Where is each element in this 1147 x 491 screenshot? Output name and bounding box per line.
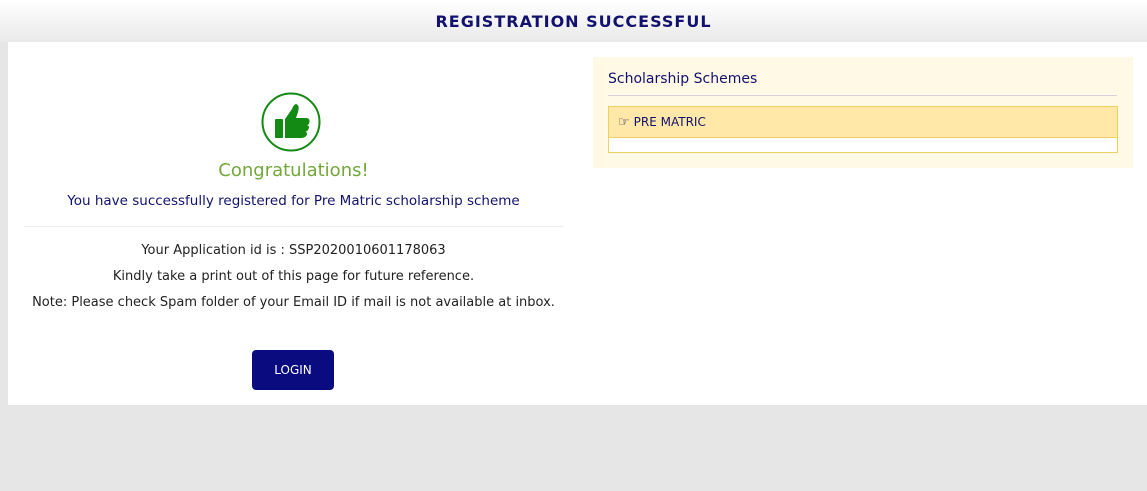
divider [608, 95, 1117, 96]
divider [24, 226, 563, 227]
scheme-list: ☞ PRE MATRIC [608, 106, 1118, 153]
page-header: REGISTRATION SUCCESSFUL [0, 0, 1147, 42]
page-title: REGISTRATION SUCCESSFUL [435, 12, 712, 31]
congrats-heading: Congratulations! [218, 160, 369, 181]
thumbs-up-icon [261, 92, 321, 152]
application-id-text: Your Application id is : SSP202001060117… [141, 243, 446, 258]
spam-note: Note: Please check Spam folder of your E… [32, 295, 555, 310]
schemes-title: Scholarship Schemes [608, 71, 758, 87]
hand-pointing-right-icon: ☞ [618, 115, 630, 130]
scholarship-schemes-panel: Scholarship Schemes ☞ PRE MATRIC [593, 57, 1133, 168]
content-panel: Congratulations! You have successfully r… [8, 42, 1147, 405]
scheme-item-label: PRE MATRIC [633, 115, 706, 129]
login-button[interactable]: LOGIN [252, 350, 334, 390]
scheme-item-pre-matric[interactable]: ☞ PRE MATRIC [609, 107, 1117, 138]
success-section: Congratulations! You have successfully r… [24, 42, 563, 405]
print-note: Kindly take a print out of this page for… [112, 269, 475, 284]
success-message: You have successfully registered for Pre… [67, 193, 520, 209]
